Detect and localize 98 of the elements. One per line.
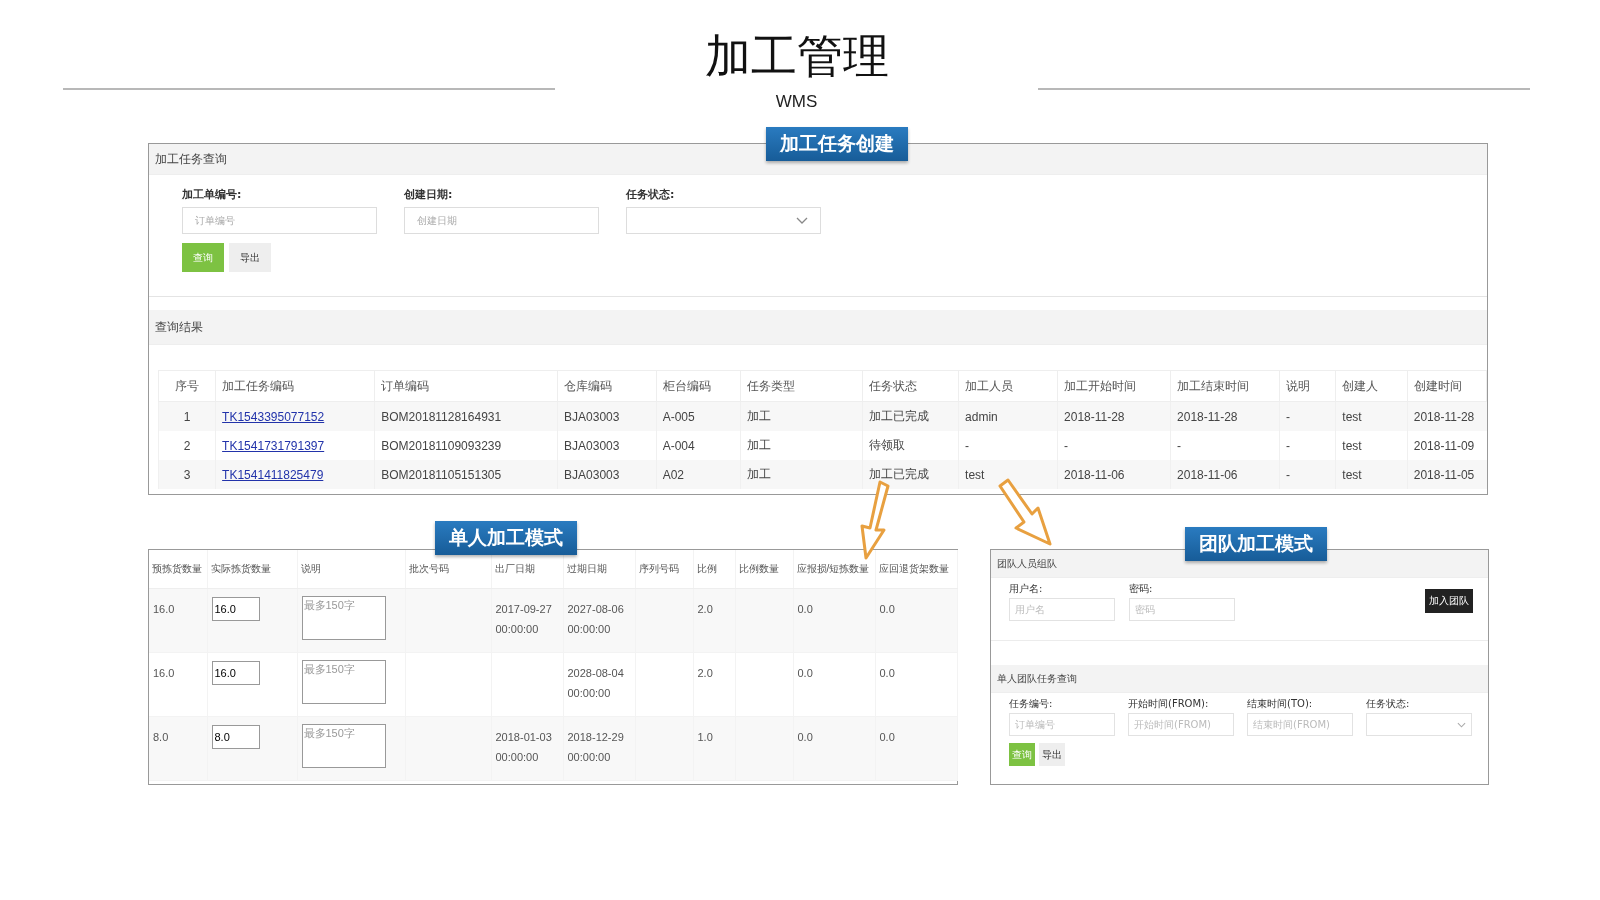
table-cell: 0.0 (875, 716, 957, 781)
table-cell: 2018-01-03 00:00:00 (491, 716, 563, 781)
column-header: 比例数量 (735, 550, 793, 589)
table-cell: 0.0 (793, 652, 875, 717)
column-header: 实际拣货数量 (207, 550, 297, 589)
table-cell: A02 (656, 460, 741, 489)
status-select[interactable] (1366, 713, 1472, 736)
table-cell: BJA03003 (557, 401, 657, 431)
section-badge: 单人加工模式 (435, 521, 577, 555)
table-cell: A-005 (656, 401, 741, 431)
table-cell: - (1279, 401, 1336, 431)
field-label: 任务状态: (626, 187, 676, 202)
field-label: 加工单编号: (182, 187, 243, 202)
table-cell: 2018-12-29 00:00:00 (563, 716, 635, 781)
quantity-field[interactable]: 8.0 (211, 725, 260, 749)
table-cell: 1.0 (693, 716, 735, 781)
column-header: 任务类型 (740, 370, 863, 402)
table-cell: BOM20181128164931 (374, 401, 558, 431)
column-header: 仓库编码 (557, 370, 657, 402)
export-button[interactable]: 导出 (229, 243, 271, 272)
table-cell: 2028-08-04 00:00:00 (563, 652, 635, 717)
table-cell: 0.0 (793, 588, 875, 653)
table-cell: 2018-11-06 (1170, 460, 1280, 489)
table-cell: admin (958, 401, 1058, 431)
field-label: 结束时间(TO): (1247, 697, 1314, 711)
table-cell: 2018-11-28 (1407, 401, 1487, 431)
input-field[interactable]: 创建日期 (404, 207, 599, 234)
table-cell: 0.0 (875, 652, 957, 717)
column-header: 过期日期 (563, 550, 635, 589)
column-header: 加工任务编码 (215, 370, 375, 402)
column-header: 序列号码 (635, 550, 693, 589)
section-badge: 团队加工模式 (1185, 527, 1327, 561)
column-header: 订单编码 (374, 370, 558, 402)
column-header: 加工结束时间 (1170, 370, 1280, 402)
field-label: 创建日期: (404, 187, 454, 202)
input-field[interactable]: 订单编号 (182, 207, 377, 234)
field-label: 开始时间(FROM): (1128, 697, 1210, 711)
chevron-down-icon (1457, 721, 1466, 728)
table-cell: 16.0 (149, 588, 207, 653)
table-cell: BJA03003 (557, 460, 657, 489)
table-cell: 加工 (740, 401, 863, 431)
table-cell: 2.0 (693, 652, 735, 717)
status-select[interactable] (626, 207, 821, 234)
table-cell: 2018-11-28 (1170, 401, 1280, 431)
table-cell: test (1335, 401, 1408, 431)
input-field[interactable]: 用户名 (1009, 598, 1115, 621)
quantity-field[interactable]: 16.0 (211, 661, 260, 685)
column-header: 应回退货架数量 (875, 550, 957, 589)
table-cell: 1 (158, 401, 216, 431)
quantity-field[interactable]: 16.0 (211, 597, 260, 621)
input-field[interactable]: 开始时间(FROM) (1128, 713, 1234, 736)
table-cell: 16.0 (149, 652, 207, 717)
table-cell: 2018-11-28 (1057, 401, 1171, 431)
column-header: 预拣货数量 (149, 550, 207, 589)
table-cell: test (958, 460, 1058, 489)
table-cell: 2017-09-27 00:00:00 (491, 588, 563, 653)
export-button[interactable]: 导出 (1039, 743, 1065, 766)
input-field[interactable]: 密码 (1129, 598, 1235, 621)
column-header: 任务状态 (862, 370, 959, 402)
column-header: 创建时间 (1407, 370, 1487, 402)
table-cell: 加工已完成 (862, 460, 959, 489)
note-field[interactable]: 最多150字 (301, 724, 386, 768)
table-cell: 0.0 (875, 588, 957, 653)
input-field[interactable]: 结束时间(FROM) (1247, 713, 1353, 736)
field-label: 任务编号: (1009, 697, 1054, 711)
table-cell: 2.0 (693, 588, 735, 653)
chevron-down-icon (796, 216, 808, 225)
table-cell: 2018-11-06 (1057, 460, 1171, 489)
table-cell: 加工已完成 (862, 401, 959, 431)
table-cell: 3 (158, 460, 216, 489)
table-cell: BOM20181105151305 (374, 460, 558, 489)
panel-header: 查询结果 (149, 310, 1487, 345)
panel-header: 单人团队任务查询 (991, 665, 1488, 693)
column-header: 比例 (693, 550, 735, 589)
column-header: 柜台编码 (656, 370, 741, 402)
table-cell: - (1279, 460, 1336, 489)
field-label: 任务状态: (1366, 697, 1411, 711)
note-field[interactable]: 最多150字 (301, 660, 386, 704)
note-field[interactable]: 最多150字 (301, 596, 386, 640)
join-team-button[interactable]: 加入团队 (1425, 589, 1473, 613)
column-header: 加工开始时间 (1057, 370, 1171, 402)
field-label: 密码: (1129, 582, 1154, 596)
column-header: 说明 (1279, 370, 1336, 402)
table-cell: 0.0 (793, 716, 875, 781)
task-code-link[interactable]: TK1541731791397 (222, 438, 325, 453)
table-cell: 8.0 (149, 716, 207, 781)
table-cell: test (1335, 460, 1408, 489)
field-label: 用户名: (1009, 582, 1044, 596)
column-header: 加工人员 (958, 370, 1058, 402)
column-header: 批次号码 (405, 550, 491, 589)
column-header: 说明 (297, 550, 405, 589)
table-cell: 2018-11-05 (1407, 460, 1487, 489)
column-header: 创建人 (1335, 370, 1408, 402)
column-header: 序号 (158, 370, 216, 402)
table-cell: 2027-08-06 00:00:00 (563, 588, 635, 653)
slide-title: 加工管理 (704, 28, 889, 84)
slide-subtitle: WMS (775, 92, 818, 112)
table-cell: 加工 (740, 460, 863, 489)
